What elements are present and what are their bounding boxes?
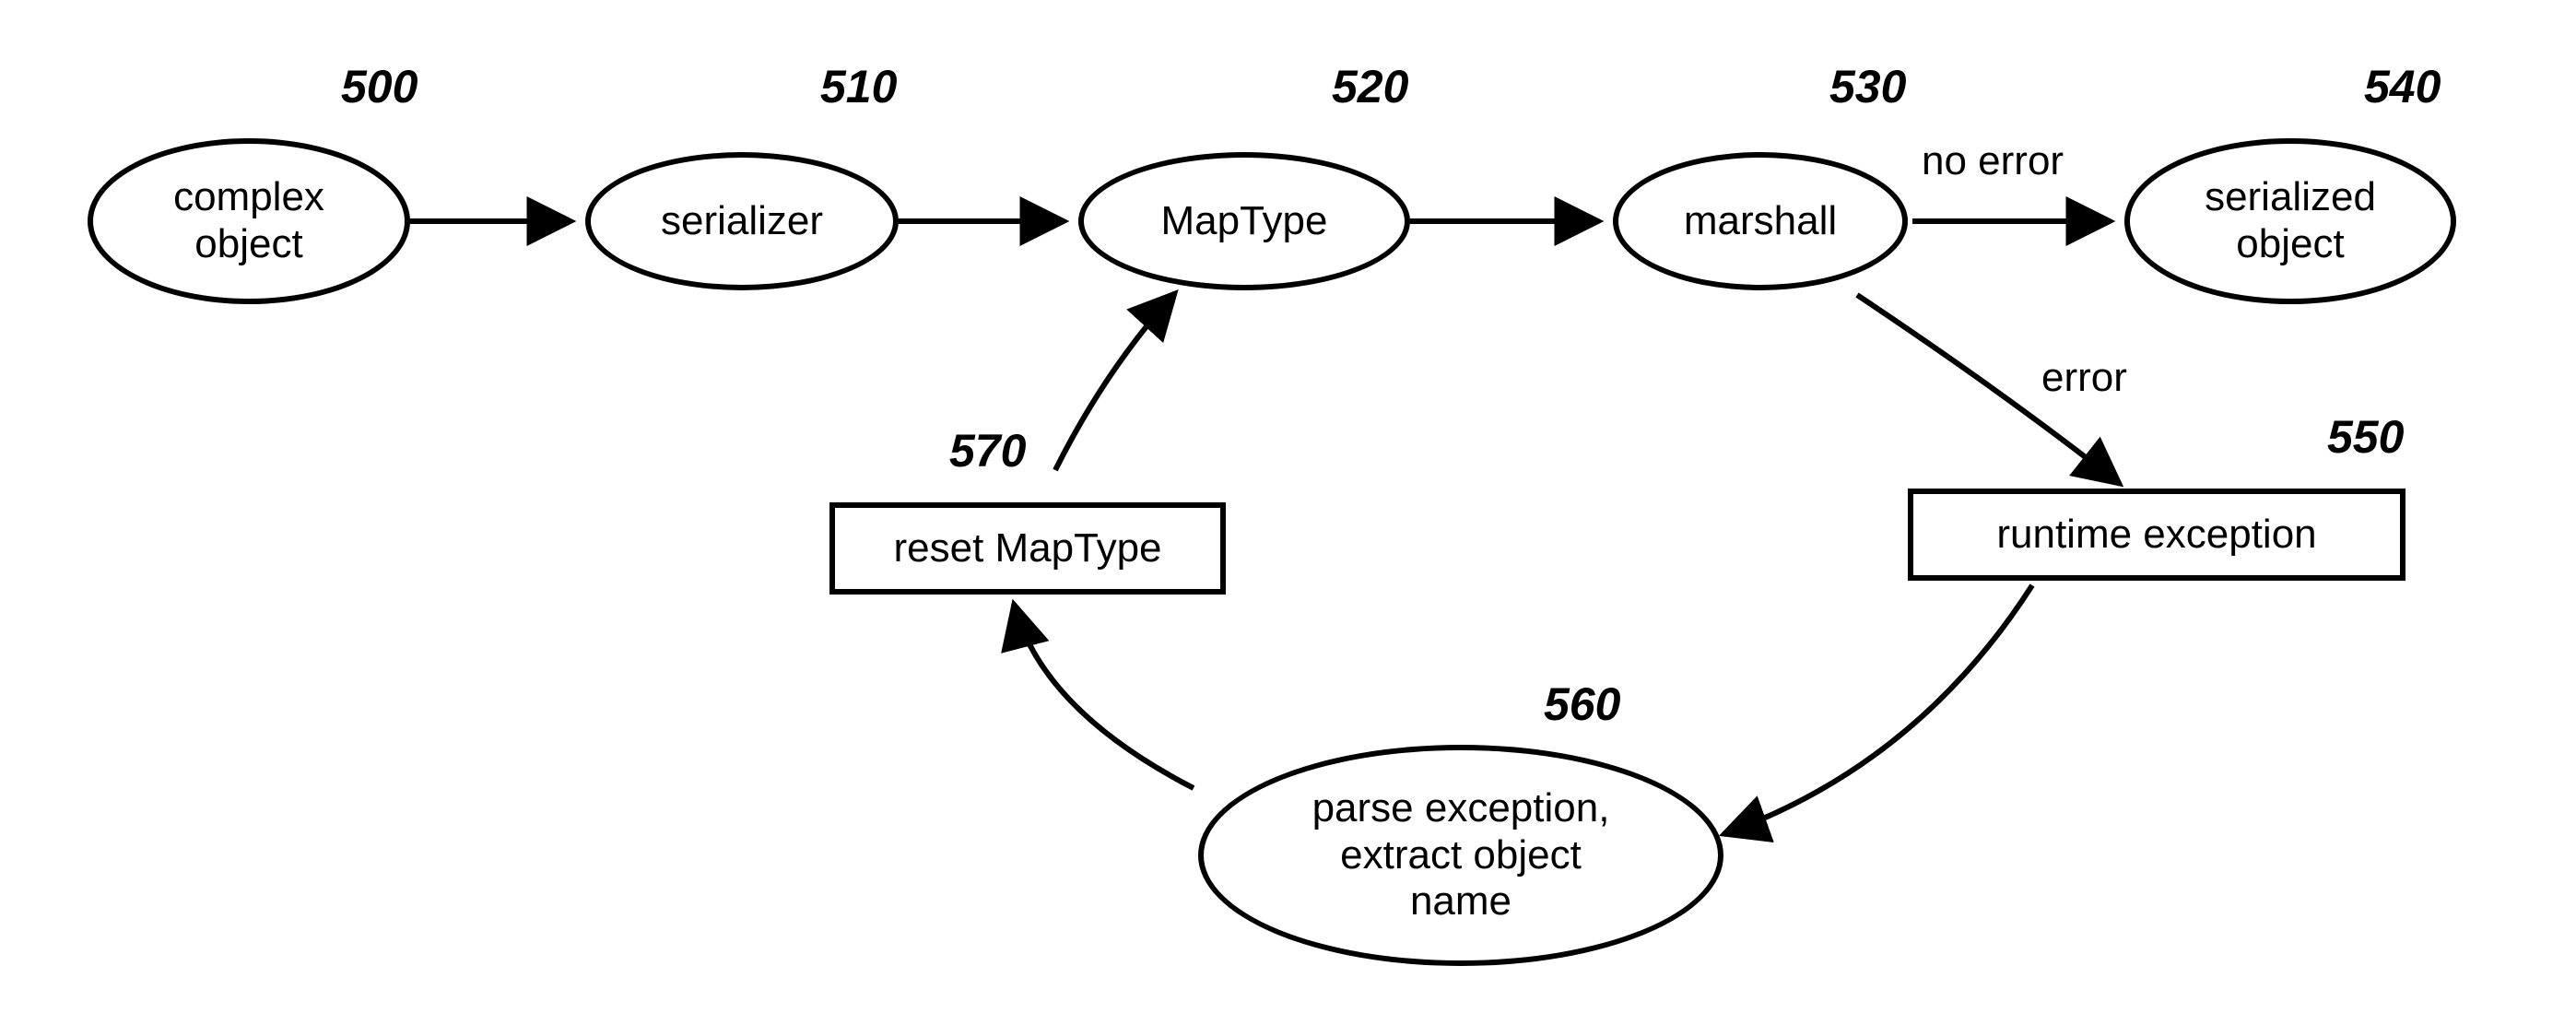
diagram-stage: complexobject 500 serializer 510 MapType… [0, 0, 2576, 1013]
node-label: marshall [1684, 198, 1837, 245]
node-label: complexobject [173, 174, 324, 267]
ref-570: 570 [949, 424, 1026, 477]
node-label: parse exception,extract objectname [1312, 785, 1610, 925]
ref-510: 510 [820, 60, 897, 113]
ref-530: 530 [1829, 60, 1906, 113]
node-label: runtime exception [1996, 512, 2316, 559]
node-runtime-exception: runtime exception [1908, 489, 2405, 581]
node-parse-exception: parse exception,extract objectname [1198, 745, 1723, 966]
ref-540: 540 [2364, 60, 2441, 113]
node-label: MapType [1161, 198, 1328, 245]
edge-noerror-label: no error [1922, 138, 2064, 184]
node-reset-maptype: reset MapType [829, 502, 1226, 595]
node-label: serializer [661, 198, 823, 245]
ref-500: 500 [341, 60, 418, 113]
node-serializer: serializer [585, 152, 899, 290]
node-complex-object: complexobject [88, 138, 410, 304]
node-label: serializedobject [2205, 174, 2376, 267]
node-label: reset MapType [893, 525, 1161, 572]
edge-error-label: error [2041, 355, 2127, 401]
node-serialized-object: serializedobject [2124, 138, 2456, 304]
node-maptype: MapType [1078, 152, 1410, 290]
ref-550: 550 [2327, 410, 2404, 464]
ref-560: 560 [1544, 677, 1620, 731]
node-marshall: marshall [1613, 152, 1908, 290]
ref-520: 520 [1332, 60, 1408, 113]
